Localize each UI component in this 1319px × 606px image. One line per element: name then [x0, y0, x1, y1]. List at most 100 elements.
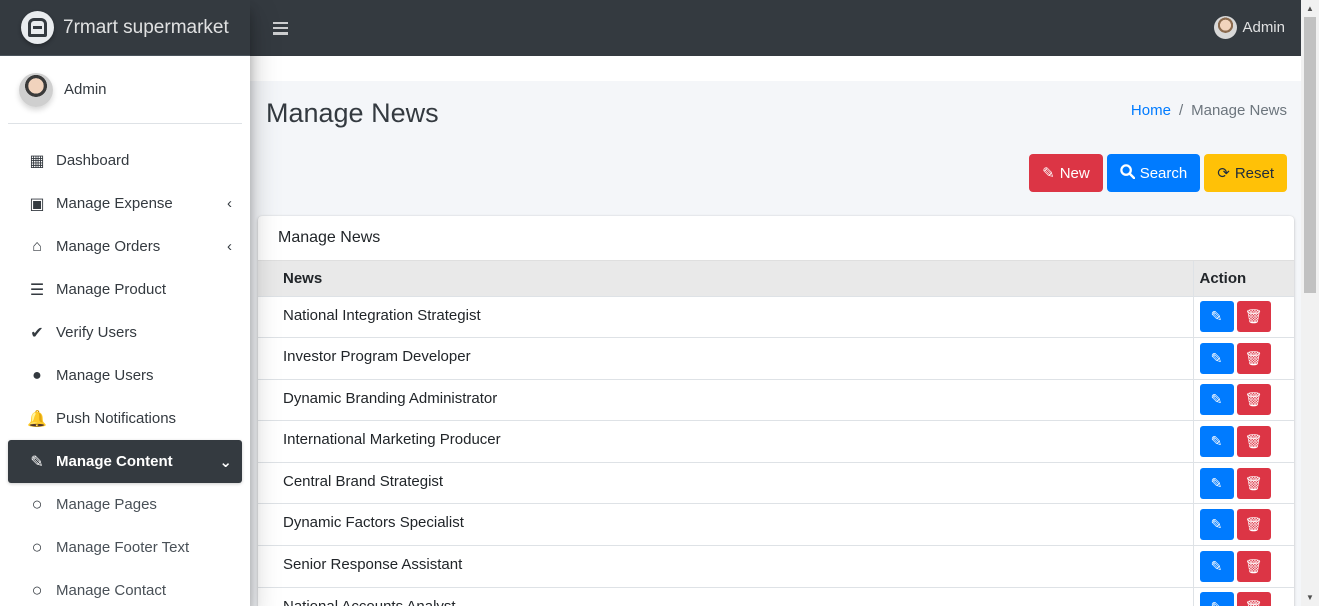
sidebar-item-label: Manage Users: [56, 367, 154, 384]
dashboard-icon: ▦: [29, 152, 45, 170]
edit-row-button[interactable]: ✎: [1199, 384, 1234, 416]
sidebar-item-label: Dashboard: [56, 152, 130, 169]
news-table: News Action National Integration Strateg…: [258, 261, 1294, 606]
action-cell: ✎🗑: [1192, 545, 1294, 588]
top-user-menu[interactable]: Admin: [1214, 16, 1285, 39]
table-row: Dynamic Branding Administrator ✎ 🗑: [258, 379, 1294, 422]
edit-row-button[interactable]: ✎: [1199, 426, 1234, 458]
sidebar-item-push-notifications[interactable]: 🔔 Push Notifications: [8, 397, 242, 440]
trash-icon: 🗑: [1244, 557, 1263, 574]
edit-icon: ✎: [1210, 391, 1223, 408]
content-wrapper: Manage News Home / Manage News ✎ New Searc…: [250, 56, 1301, 606]
trash-icon: 🗑: [1244, 433, 1263, 450]
table-row: Investor Program Developer ✎ 🗑: [258, 337, 1294, 380]
card-title: Manage News: [258, 216, 1294, 261]
edit-icon: ✎: [1210, 308, 1223, 325]
reset-button[interactable]: ⟳ Reset: [1204, 154, 1287, 192]
sidebar-item-manage-product[interactable]: ☰ Manage Product: [8, 268, 242, 311]
sidebar-user-name[interactable]: Admin: [64, 81, 107, 98]
bell-icon: 🔔: [27, 410, 47, 428]
edit-row-button[interactable]: ✎: [1199, 509, 1234, 541]
brand-logo-icon: [21, 11, 54, 44]
trash-icon: 🗑: [1245, 599, 1263, 606]
sidebar-item-dashboard[interactable]: ▦ Dashboard: [8, 139, 242, 182]
edit-row-button[interactable]: ✎: [1199, 592, 1234, 606]
scroll-down-arrow-icon[interactable]: ▼: [1301, 589, 1319, 606]
user-check-icon: ✔: [30, 324, 44, 342]
breadcrumb: Home / Manage News: [1131, 102, 1287, 119]
action-cell: ✎🗑: [1192, 337, 1294, 380]
new-button[interactable]: ✎ New: [1029, 154, 1103, 192]
delete-row-button[interactable]: 🗑: [1236, 550, 1271, 582]
news-title-cell: National Accounts Analyst: [258, 587, 1193, 606]
edit-row-button[interactable]: ✎: [1199, 550, 1234, 582]
table-row: Dynamic Factors Specialist ✎ 🗑: [258, 503, 1294, 547]
news-title-cell: Dynamic Branding Administrator: [258, 379, 1193, 422]
brand-link[interactable]: 7rmart supermarket: [0, 0, 250, 56]
circle-icon: ○: [31, 494, 43, 514]
edit-row-button[interactable]: ✎: [1199, 301, 1234, 333]
news-title-cell: National Integration Strategist: [258, 296, 1193, 339]
table-row: Senior Response Assistant ✎ 🗑: [258, 545, 1294, 588]
delete-row-button[interactable]: 🗑: [1236, 301, 1271, 333]
top-avatar: [1214, 16, 1238, 39]
delete-row-button[interactable]: 🗑: [1236, 342, 1271, 374]
news-title-cell: Dynamic Factors Specialist: [258, 503, 1193, 547]
chevron-left-icon: ‹: [227, 238, 232, 255]
table-row: Central Brand Strategist ✎ 🗑: [258, 462, 1294, 505]
basket-icon: ⌂: [32, 237, 42, 255]
search-button[interactable]: Search: [1106, 154, 1201, 192]
action-cell: ✎🗑: [1192, 587, 1294, 606]
action-buttons: ✎ New Search ⟳ Reset: [1029, 154, 1287, 192]
scroll-thumb[interactable]: [1304, 17, 1316, 293]
sidebar-item-label: Manage Orders: [56, 238, 161, 255]
edit-row-button[interactable]: ✎: [1199, 342, 1234, 374]
menu-toggle-icon[interactable]: [273, 21, 288, 35]
edit-icon: ✎: [30, 453, 44, 471]
delete-row-button[interactable]: 🗑: [1236, 509, 1271, 541]
column-header-action: Action: [1192, 261, 1294, 297]
sidebar-item-manage-footer-text[interactable]: ○ Manage Footer Text: [8, 526, 242, 569]
circle-icon: ○: [31, 580, 43, 600]
user-icon: ●: [32, 366, 42, 384]
news-title-cell: Central Brand Strategist: [258, 462, 1193, 505]
delete-row-button[interactable]: 🗑: [1236, 467, 1271, 499]
sidebar-item-manage-pages[interactable]: ○ Manage Pages: [8, 483, 242, 526]
sidebar-item-label: Manage Pages: [56, 496, 157, 513]
news-title-cell: Senior Response Assistant: [258, 545, 1193, 588]
news-title-cell: Investor Program Developer: [258, 337, 1193, 380]
delete-row-button[interactable]: 🗑: [1236, 426, 1271, 458]
chevron-down-icon: ⌄: [219, 453, 232, 471]
edit-icon: ✎: [1211, 599, 1223, 606]
edit-icon: ✎: [1210, 516, 1223, 533]
sidebar-item-manage-users[interactable]: ● Manage Users: [8, 354, 242, 397]
edit-row-button[interactable]: ✎: [1199, 467, 1234, 499]
sidebar-item-manage-content[interactable]: ✎ Manage Content ⌄: [8, 440, 242, 483]
sidebar-item-label: Manage Footer Text: [56, 539, 190, 556]
breadcrumb-home-link[interactable]: Home: [1131, 102, 1171, 119]
action-cell: ✎🗑: [1192, 296, 1294, 339]
edit-icon: ✎: [1210, 349, 1223, 366]
page-scrollbar[interactable]: ▲ ▼: [1301, 0, 1319, 606]
scroll-up-arrow-icon[interactable]: ▲: [1301, 0, 1319, 17]
trash-icon: 🗑: [1244, 516, 1263, 533]
sidebar-item-manage-contact[interactable]: ○ Manage Contact: [8, 569, 242, 606]
action-cell: ✎🗑: [1192, 420, 1294, 463]
sidebar-item-label: Verify Users: [56, 324, 137, 341]
edit-icon: ✎: [1210, 433, 1223, 450]
delete-row-button[interactable]: 🗑: [1236, 384, 1271, 416]
news-title-cell: International Marketing Producer: [258, 420, 1193, 463]
sidebar-item-label: Manage Expense: [56, 195, 173, 212]
action-cell: ✎🗑: [1192, 503, 1294, 547]
sidebar-item-label: Manage Product: [56, 281, 167, 298]
edit-icon: ✎: [1210, 557, 1223, 574]
chevron-left-icon: ‹: [227, 195, 232, 212]
sidebar-item-manage-expense[interactable]: ▣ Manage Expense ‹: [8, 182, 242, 225]
breadcrumb-separator: /: [1178, 102, 1184, 119]
sidebar-item-manage-orders[interactable]: ⌂ Manage Orders ‹: [8, 225, 242, 268]
refresh-icon: ⟳: [1217, 165, 1230, 182]
sidebar-item-verify-users[interactable]: ✔ Verify Users: [8, 311, 242, 354]
new-button-label: New: [1059, 164, 1090, 182]
delete-row-button[interactable]: 🗑: [1236, 592, 1271, 606]
sidebar-item-label: Push Notifications: [56, 410, 177, 427]
